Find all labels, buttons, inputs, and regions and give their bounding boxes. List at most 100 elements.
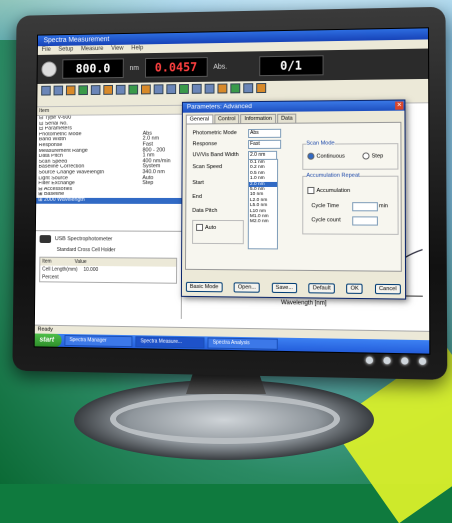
open-button[interactable]: Open...	[233, 282, 261, 293]
screen: Spectra Measurement File Setup Measure V…	[33, 27, 431, 355]
accumulation-checkbox[interactable]	[307, 186, 315, 195]
tab-data[interactable]: Data	[276, 113, 297, 123]
tab-control[interactable]: Control	[213, 114, 240, 124]
task-spectra-manager[interactable]: Spectra Manager	[64, 335, 133, 348]
stop-icon[interactable]	[128, 84, 139, 95]
task-spectra-analysis[interactable]: Spectra Analysis	[207, 337, 278, 350]
bandwidth-label: UV/Vis Band Width	[192, 152, 239, 159]
help-icon[interactable]	[230, 83, 241, 94]
tree-item-label: Source Change Wavelength	[38, 170, 105, 176]
menu-help[interactable]: Help	[131, 44, 143, 53]
photometric-mode-select[interactable]: Abs	[248, 128, 282, 139]
bandwidth-option[interactable]: M2.0 nm	[249, 219, 277, 225]
scan-speed-label: Scan Speed	[192, 164, 223, 171]
measure-icon[interactable]	[90, 85, 101, 95]
monitor: Spectra Measurement File Setup Measure V…	[12, 6, 448, 380]
continuous-label: Continuous	[316, 153, 345, 160]
zoom-icon[interactable]	[166, 84, 177, 95]
power-button[interactable]	[418, 357, 427, 365]
monitor-buttons	[365, 356, 427, 365]
monitor-button[interactable]	[401, 357, 409, 365]
start-label: Start	[192, 180, 204, 187]
continuous-radio[interactable]	[307, 152, 315, 160]
tree-item-label: ⊞ Baseline	[38, 192, 65, 198]
parameters-icon[interactable]	[140, 84, 151, 95]
dialog-title-text: Parameters: Advanced	[186, 103, 252, 111]
wavelength-unit: nm	[129, 64, 140, 72]
tab-information[interactable]: Information	[240, 113, 276, 124]
table-cell[interactable]: Percent	[42, 274, 59, 280]
data-pitch-label: Data Pitch	[192, 207, 218, 214]
scan-mode-group: Scan Mode Continuous Step	[302, 140, 399, 170]
start-button[interactable]: start	[34, 333, 62, 347]
cycle-count-label: Cycle count	[311, 217, 341, 224]
print-icon[interactable]	[78, 85, 88, 96]
wavelength-icon[interactable]	[204, 83, 215, 94]
tree-item-label: Response	[38, 142, 63, 149]
general-panel: Photometric Mode Abs Response Fast UV/Vi…	[185, 121, 402, 272]
step-radio[interactable]	[362, 152, 370, 160]
table-cell[interactable]: Cell Length(mm)	[42, 267, 78, 273]
cycle-display: 0/1	[258, 55, 324, 77]
cycle-count-input[interactable]	[352, 216, 378, 226]
auto-label: Auto	[204, 224, 217, 231]
graph-xlabel: Wavelength [nm]	[280, 300, 327, 307]
monitor-button[interactable]	[383, 356, 391, 365]
tree-item-label: ⊟ Parameters	[38, 125, 72, 132]
tree-item-label: Scan Speed	[38, 158, 68, 165]
settings-icon[interactable]	[217, 83, 228, 94]
accumulation-label: Accumulation Repeat	[306, 172, 360, 179]
menu-view[interactable]: View	[111, 45, 124, 54]
auto-checkbox[interactable]	[196, 223, 204, 231]
tree-item-value: Step	[142, 180, 154, 187]
menu-file[interactable]: File	[42, 46, 51, 55]
open-icon[interactable]	[53, 85, 64, 96]
monitor-button[interactable]	[365, 356, 374, 364]
response-label: Response	[192, 141, 218, 148]
ok-button[interactable]: OK	[346, 283, 363, 294]
abs-unit: Abs.	[213, 63, 228, 71]
bandwidth-dropdown-list[interactable]: 0.1 nm 0.2 nm 0.5 nm 1.0 nm 2.0 nm 5.0 nm 10 n…	[247, 158, 279, 250]
cycle-time-label: Cycle Time	[311, 203, 340, 210]
task-spectra-measure[interactable]: Spectra Measure...	[135, 336, 205, 349]
new-icon[interactable]	[41, 85, 51, 96]
baseline-icon[interactable]	[103, 84, 113, 95]
accumulation-group: Accumulation Repeat Accumulation Cycle T…	[302, 172, 399, 235]
photometric-mode-label: Photometric Mode	[192, 130, 237, 137]
monitor-stand-ring	[110, 394, 340, 444]
tree-item-label: Band Width	[38, 136, 66, 143]
table-icon[interactable]	[256, 83, 267, 94]
lamp-icon	[41, 61, 57, 78]
tree-item-label: ⊟ Type V-600	[38, 114, 72, 121]
save-icon[interactable]	[65, 85, 76, 96]
response-select[interactable]: Fast	[248, 139, 282, 149]
chart-icon[interactable]	[153, 84, 164, 95]
accumulation-check-label: Accumulation	[316, 187, 351, 194]
export-icon[interactable]	[243, 83, 254, 94]
tree-item-label: ⊞ 2000 Wavelength	[38, 197, 85, 203]
basic-mode-button[interactable]: Basic Mode	[185, 281, 223, 293]
parameter-tree: Item ⊟ Type V-600 ⊟ Serial No. ⊟ Paramet…	[34, 105, 183, 319]
lamp-toggle-icon[interactable]	[191, 83, 202, 94]
close-icon[interactable]: ✕	[395, 101, 404, 110]
wavelength-display: 800.0	[62, 58, 124, 79]
cancel-button[interactable]: Cancel	[374, 283, 401, 295]
tree-item-label: Data Pitch	[38, 153, 63, 159]
tree-item-label: Light Source	[38, 175, 68, 181]
tab-general[interactable]: General	[185, 114, 213, 124]
default-button[interactable]: Default	[308, 283, 335, 294]
zero-icon[interactable]	[115, 84, 126, 95]
tree-item-label: Photometric Mode	[38, 131, 82, 138]
cycle-time-input[interactable]	[352, 202, 378, 212]
cell-icon[interactable]	[179, 83, 189, 94]
cycle-time-unit: min	[378, 203, 389, 210]
tree-item[interactable]: ⊞ 2000 Wavelength	[36, 197, 182, 204]
instrument-panel: USB Spectrophotometer Standard Cross Cel…	[34, 230, 182, 319]
menu-setup[interactable]: Setup	[58, 46, 73, 55]
tree-item-label: Filter Exchange	[38, 181, 75, 187]
end-label: End	[192, 193, 202, 200]
table-cell[interactable]: 10.000	[83, 267, 98, 273]
menu-measure[interactable]: Measure	[81, 45, 103, 54]
abs-display: 0.0457	[144, 57, 208, 78]
save-button[interactable]: Save...	[271, 282, 298, 294]
